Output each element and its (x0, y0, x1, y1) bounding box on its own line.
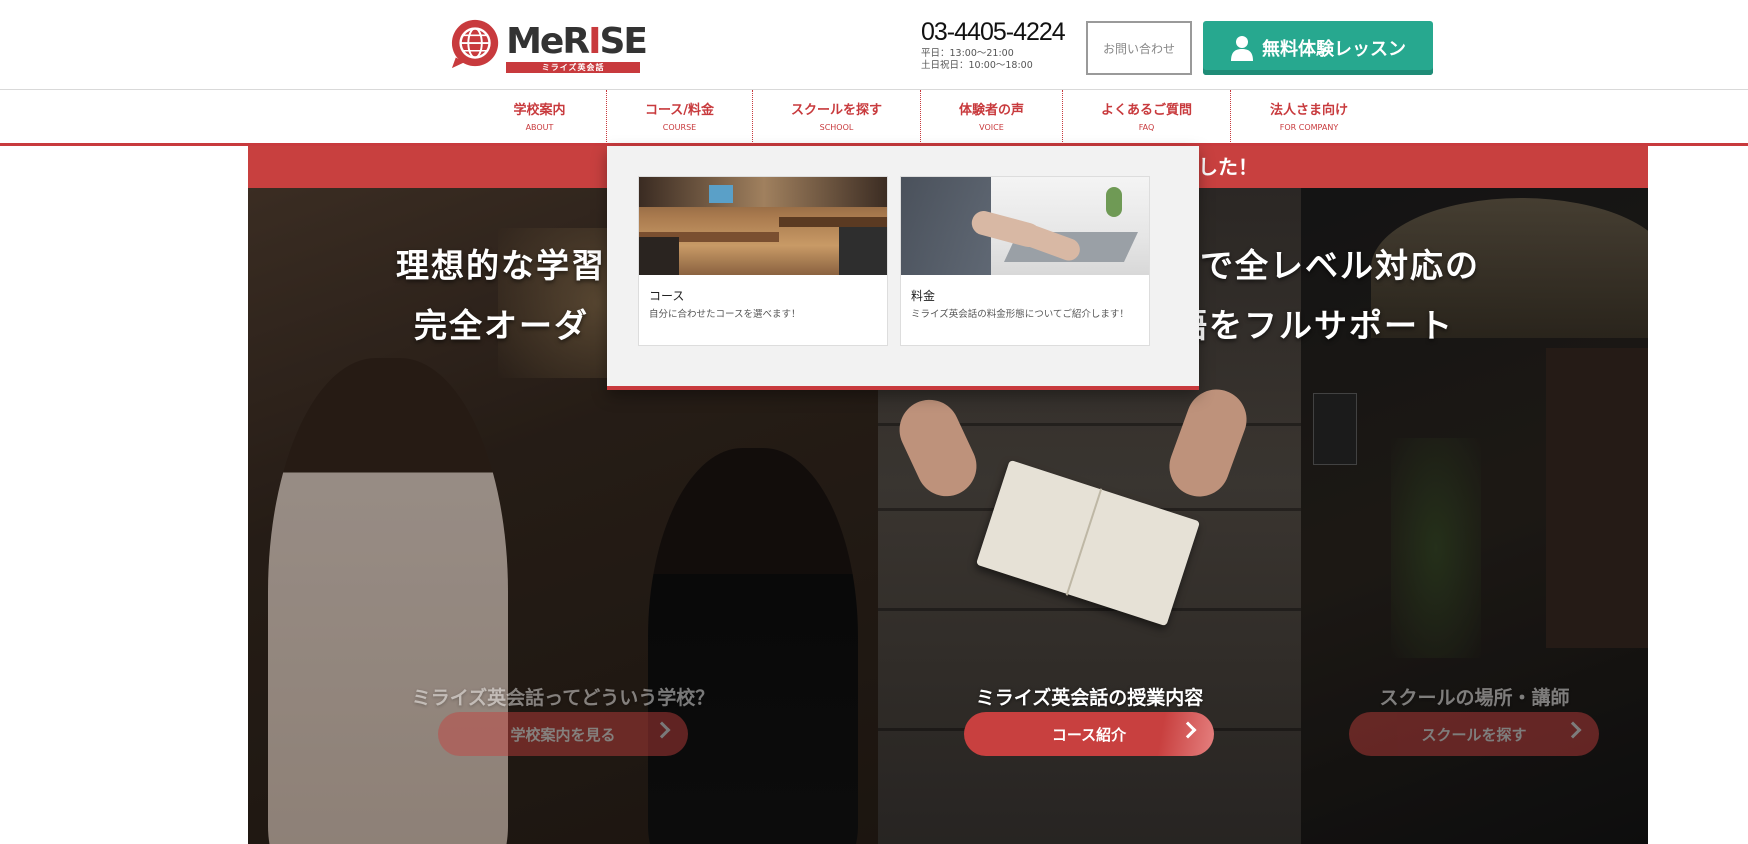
nav-label-jp: スクールを探す (790, 103, 882, 118)
button-label: コース紹介 (1051, 725, 1127, 744)
nav-label-en: COURSE (662, 123, 697, 132)
logo-word-end: SE (599, 21, 648, 62)
about-school-button[interactable]: 学校案内を見る (438, 712, 688, 756)
course-dropdown-menu: コース 自分に合わせたコースを選べます！ 料金 ミライズ英会話の料金形態について… (607, 146, 1199, 390)
headline-line1-right: で全レベル対応の (1200, 246, 1480, 285)
panel-caption: スクールの場所・講師 (1379, 687, 1570, 709)
person-icon (1231, 36, 1253, 61)
nav-label-en: VOICE (979, 123, 1004, 132)
hours-weekend: 土日祝日：10:00〜18:00 (921, 60, 1033, 71)
card-title: コース (649, 289, 685, 303)
phone-number[interactable]: 03-4405-4224 (921, 18, 1066, 46)
chevron-right-icon (653, 721, 671, 739)
card-description: 自分に合わせたコースを選べます！ (649, 309, 801, 320)
contact-button[interactable]: お問い合わせ (1086, 21, 1192, 75)
card-description: ミライズ英会話の料金形態についてご紹介します！ (911, 309, 1129, 320)
nav-item-faq[interactable]: よくあるご質問 FAQ (1063, 90, 1231, 146)
hours-weekday: 平日：13:00〜21:00 (921, 48, 1014, 59)
nav-item-school[interactable]: スクールを探す SCHOOL (753, 90, 921, 146)
chevron-right-icon (1564, 721, 1582, 739)
globe-speech-bubble-icon (451, 19, 499, 69)
phone-block: 03-4405-4224 平日：13:00〜21:00 土日祝日：10:00〜1… (921, 18, 1066, 72)
logo-word-start: MeR (506, 21, 590, 62)
headline-line2-left: 完全オーダ (414, 306, 589, 345)
card-title: 料金 (911, 289, 936, 303)
merise-logo[interactable]: MeRISE ミライズ英会話 (450, 18, 648, 74)
banner-text: した！ (1198, 155, 1258, 179)
headline-line2-right: 語をフルサポート (1174, 306, 1454, 345)
price-card-image (901, 177, 1149, 275)
button-label: スクールを探す (1421, 725, 1527, 744)
course-intro-button[interactable]: コース紹介 (964, 712, 1214, 756)
panel-caption: ミライズ英会話ってどういう学校？ (411, 687, 715, 709)
nav-label-jp: 体験者の声 (958, 103, 1024, 118)
nav-label-jp: 学校案内 (513, 103, 566, 118)
main-nav: 学校案内 ABOUT コース/料金 COURSE スクールを探す SCHOOL … (0, 90, 1748, 146)
logo-tagline: ミライズ英会話 (506, 62, 641, 73)
nav-label-en: FOR COMPANY (1279, 123, 1339, 132)
nav-item-voice[interactable]: 体験者の声 VOICE (921, 90, 1063, 146)
logo-text: MeRISE ミライズ英会話 (506, 21, 648, 73)
nav-label-jp: コース/料金 (644, 103, 715, 118)
nav-label-en: FAQ (1138, 123, 1155, 132)
free-trial-button[interactable]: 無料体験レッスン (1203, 21, 1433, 75)
nav-label-en: ABOUT (525, 123, 554, 132)
button-label: 学校案内を見る (510, 725, 616, 744)
panel-caption: ミライズ英会話の授業内容 (975, 687, 1204, 709)
nav-label-en: SCHOOL (819, 123, 854, 132)
nav-item-company[interactable]: 法人さま向け FOR COMPANY (1231, 90, 1387, 146)
dropdown-card-price[interactable]: 料金 ミライズ英会話の料金形態についてご紹介します！ (900, 176, 1150, 346)
course-card-image (639, 177, 887, 275)
chevron-right-icon (1179, 721, 1197, 739)
dropdown-card-course[interactable]: コース 自分に合わせたコースを選べます！ (638, 176, 888, 346)
site-header: MeRISE ミライズ英会話 03-4405-4224 平日：13:00〜21:… (0, 0, 1748, 90)
free-trial-label: 無料体験レッスン (1262, 39, 1406, 60)
logo-word-accent: I (588, 21, 601, 62)
find-school-button[interactable]: スクールを探す (1349, 712, 1599, 756)
headline-line1-left: 理想的な学習 (396, 246, 606, 285)
nav-items: 学校案内 ABOUT コース/料金 COURSE スクールを探す SCHOOL … (473, 90, 1387, 146)
nav-item-about[interactable]: 学校案内 ABOUT (473, 90, 607, 146)
nav-item-course[interactable]: コース/料金 COURSE (607, 90, 753, 146)
nav-label-jp: よくあるご質問 (1100, 103, 1192, 118)
logo-wordmark: MeRISE (506, 21, 648, 62)
nav-label-jp: 法人さま向け (1269, 103, 1348, 118)
